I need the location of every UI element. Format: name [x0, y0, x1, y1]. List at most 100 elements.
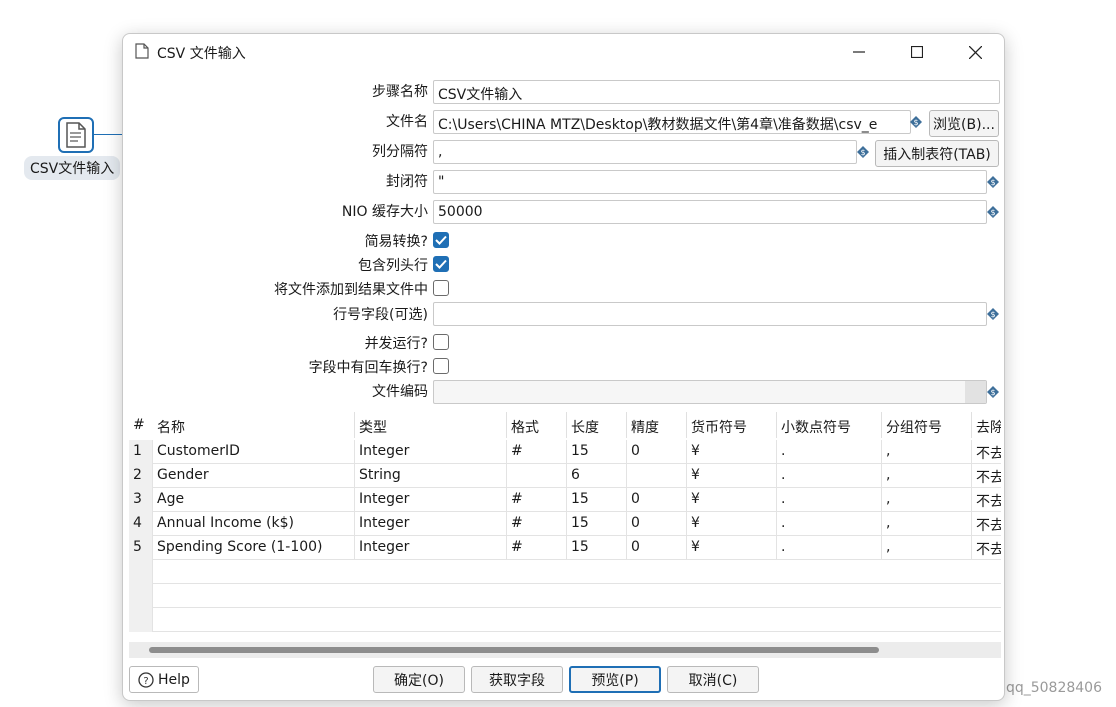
- horizontal-scrollbar[interactable]: [129, 642, 1001, 658]
- filename-label: 文件名: [386, 114, 428, 130]
- parallel-label: 并发运行?: [364, 336, 428, 352]
- cell-precision[interactable]: 0: [627, 512, 687, 536]
- column-header-format[interactable]: 格式: [507, 412, 567, 438]
- table-row[interactable]: 3 Age Integer # 15 0 ¥ . , 不去: [129, 488, 1001, 512]
- cell-precision[interactable]: 0: [627, 440, 687, 464]
- encoding-combo[interactable]: [433, 380, 987, 404]
- cell-type[interactable]: String: [355, 464, 507, 488]
- table-row[interactable]: 5 Spending Score (1-100) Integer # 15 0 …: [129, 536, 1001, 560]
- column-header-currency[interactable]: 货币符号: [687, 412, 777, 438]
- close-button[interactable]: [955, 38, 995, 66]
- cancel-button[interactable]: 取消(C): [667, 666, 759, 693]
- cell-name[interactable]: Age: [153, 488, 355, 512]
- header-row-checkbox[interactable]: [433, 256, 449, 272]
- cell-grouping[interactable]: ,: [882, 488, 972, 512]
- cell-format[interactable]: #: [507, 536, 567, 560]
- nio-buffer-input[interactable]: 50000: [433, 200, 987, 224]
- table-row[interactable]: 1 CustomerID Integer # 15 0 ¥ . , 不去: [129, 440, 1001, 464]
- insert-tab-button[interactable]: 插入制表符(TAB): [875, 140, 999, 167]
- variable-icon[interactable]: $: [987, 386, 999, 398]
- cell-trim[interactable]: 不去: [972, 536, 1001, 560]
- cell-name[interactable]: Spending Score (1-100): [153, 536, 355, 560]
- cell-decimal[interactable]: .: [777, 536, 882, 560]
- help-button[interactable]: ? Help: [129, 666, 199, 693]
- cell-length[interactable]: 15: [567, 536, 627, 560]
- cell-length[interactable]: 15: [567, 512, 627, 536]
- cell-decimal[interactable]: .: [777, 488, 882, 512]
- cell-grouping[interactable]: ,: [882, 536, 972, 560]
- maximize-button[interactable]: [897, 38, 937, 66]
- variable-icon[interactable]: $: [910, 116, 922, 128]
- rownum-field-input[interactable]: [433, 302, 987, 326]
- table-row-empty[interactable]: [129, 608, 1001, 632]
- cell-name[interactable]: Annual Income (k$): [153, 512, 355, 536]
- column-header-grouping[interactable]: 分组符号: [882, 412, 972, 438]
- column-header-length[interactable]: 长度: [567, 412, 627, 438]
- enclosure-input[interactable]: ": [433, 170, 987, 194]
- column-header-precision[interactable]: 精度: [627, 412, 687, 438]
- table-row[interactable]: 2 Gender String 6 ¥ . , 不去: [129, 464, 1001, 488]
- add-to-result-checkbox[interactable]: [433, 280, 449, 296]
- cell-type[interactable]: Integer: [355, 440, 507, 464]
- lazy-conversion-checkbox[interactable]: [433, 232, 449, 248]
- cell-name[interactable]: CustomerID: [153, 440, 355, 464]
- cell-trim[interactable]: 不去: [972, 488, 1001, 512]
- cell-length[interactable]: 6: [567, 464, 627, 488]
- ok-button[interactable]: 确定(O): [373, 666, 465, 693]
- variable-icon[interactable]: $: [857, 146, 869, 158]
- cell-grouping[interactable]: ,: [882, 440, 972, 464]
- cell-format[interactable]: #: [507, 512, 567, 536]
- minimize-button[interactable]: [839, 38, 879, 66]
- cell-length[interactable]: 15: [567, 488, 627, 512]
- cell-trim[interactable]: 不去: [972, 464, 1001, 488]
- title-bar[interactable]: CSV 文件输入: [123, 34, 1004, 70]
- parallel-checkbox[interactable]: [433, 334, 449, 350]
- newline-in-field-checkbox[interactable]: [433, 358, 449, 374]
- svg-text:$: $: [860, 148, 865, 157]
- variable-icon[interactable]: $: [987, 176, 999, 188]
- column-header-type[interactable]: 类型: [355, 412, 507, 438]
- cell-precision[interactable]: 0: [627, 488, 687, 512]
- browse-button[interactable]: 浏览(B)...: [929, 110, 999, 137]
- encoding-dropdown-button[interactable]: [965, 381, 986, 403]
- delimiter-input[interactable]: ,: [433, 140, 857, 164]
- cell-currency[interactable]: ¥: [687, 440, 777, 464]
- filename-input[interactable]: C:\Users\CHINA MTZ\Desktop\教材数据文件\第4章\准备…: [433, 110, 911, 134]
- column-header-name[interactable]: 名称: [153, 412, 355, 438]
- cell-type[interactable]: Integer: [355, 536, 507, 560]
- column-header-trim[interactable]: 去除: [972, 412, 1001, 438]
- column-header-decimal[interactable]: 小数点符号: [777, 412, 882, 438]
- cell-currency[interactable]: ¥: [687, 488, 777, 512]
- cell-decimal[interactable]: .: [777, 440, 882, 464]
- cell-type[interactable]: Integer: [355, 488, 507, 512]
- cell-format[interactable]: #: [507, 488, 567, 512]
- cell-precision[interactable]: [627, 464, 687, 488]
- cell-trim[interactable]: 不去: [972, 512, 1001, 536]
- csv-input-step-icon[interactable]: [58, 117, 94, 153]
- cell-grouping[interactable]: ,: [882, 464, 972, 488]
- cell-format[interactable]: #: [507, 440, 567, 464]
- table-row[interactable]: 4 Annual Income (k$) Integer # 15 0 ¥ . …: [129, 512, 1001, 536]
- cell-currency[interactable]: ¥: [687, 536, 777, 560]
- cell-currency[interactable]: ¥: [687, 464, 777, 488]
- table-row-empty[interactable]: [129, 584, 1001, 608]
- column-header-index[interactable]: #: [129, 412, 153, 438]
- cell-format[interactable]: [507, 464, 567, 488]
- step-label[interactable]: CSV文件输入: [24, 156, 121, 180]
- table-row-empty[interactable]: [129, 560, 1001, 584]
- scrollbar-thumb[interactable]: [149, 647, 879, 653]
- cell-length[interactable]: 15: [567, 440, 627, 464]
- cell-trim[interactable]: 不去: [972, 440, 1001, 464]
- cell-decimal[interactable]: .: [777, 512, 882, 536]
- variable-icon[interactable]: $: [987, 308, 999, 320]
- variable-icon[interactable]: $: [987, 206, 999, 218]
- get-fields-button[interactable]: 获取字段: [471, 666, 563, 693]
- cell-precision[interactable]: 0: [627, 536, 687, 560]
- cell-name[interactable]: Gender: [153, 464, 355, 488]
- cell-decimal[interactable]: .: [777, 464, 882, 488]
- cell-type[interactable]: Integer: [355, 512, 507, 536]
- cell-grouping[interactable]: ,: [882, 512, 972, 536]
- cell-currency[interactable]: ¥: [687, 512, 777, 536]
- step-name-input[interactable]: CSV文件输入: [433, 80, 1000, 104]
- preview-button[interactable]: 预览(P): [569, 666, 661, 693]
